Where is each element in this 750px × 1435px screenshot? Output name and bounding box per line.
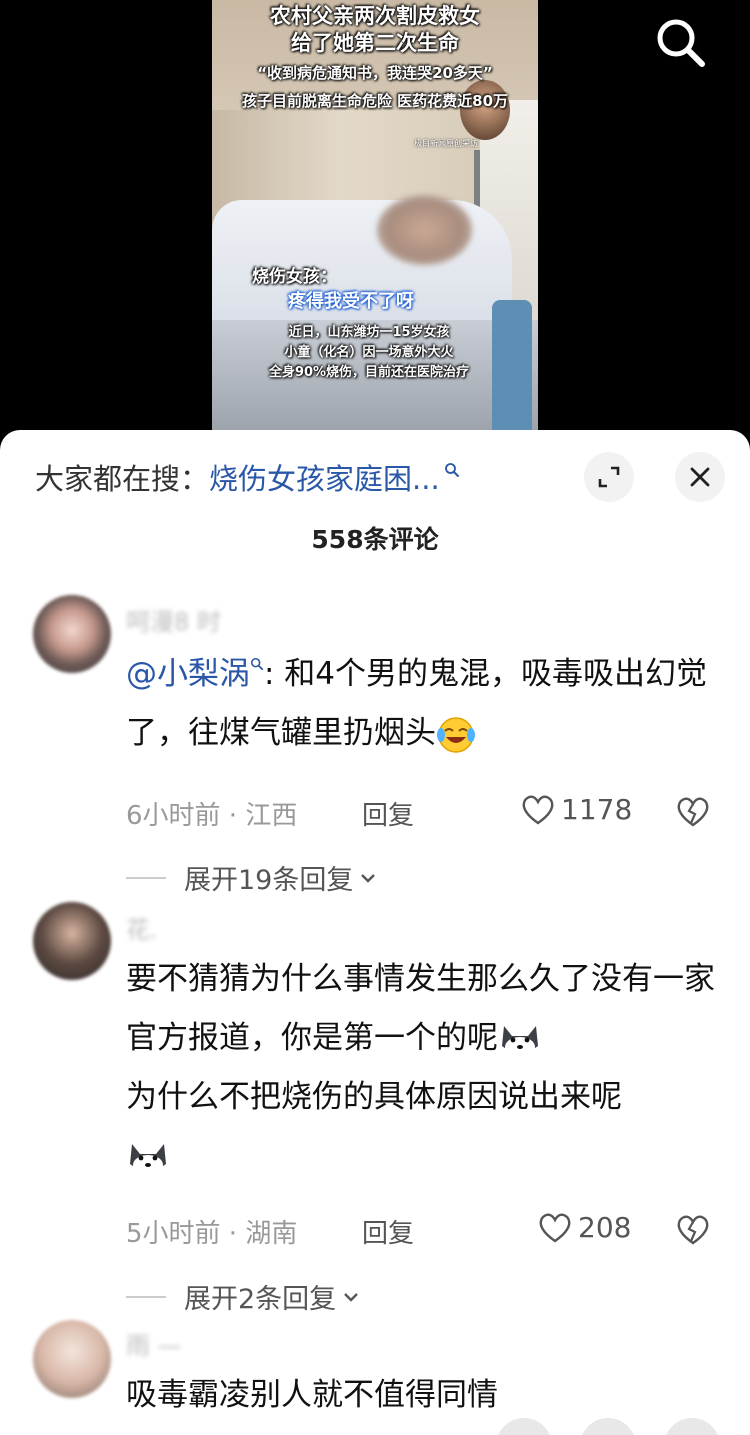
heart-icon (539, 1213, 571, 1242)
expand-sheet-button[interactable] (584, 452, 634, 502)
reply-button[interactable]: 回复 (362, 1213, 414, 1250)
doge-emoji (502, 1025, 538, 1057)
divider-dash (126, 876, 166, 879)
avatar[interactable] (33, 1320, 111, 1398)
video-caption-1: 近日，山东潍坊一15岁女孩 (288, 325, 450, 340)
expand-replies-button[interactable]: 展开19条回复 (126, 858, 379, 897)
doge-emoji (130, 1143, 166, 1175)
dislike-button[interactable] (676, 1214, 710, 1250)
comment-text: @小梨涡 : 和4个男的鬼混，吸毒吸出幻觉了，往煤气罐里扔烟头 (126, 645, 726, 763)
video-girl-quote: 疼得我受不了呀 (288, 291, 414, 312)
comment-sheet: 大家都在搜： 烧伤女孩家庭困... 558条评论 呵漫8 时 @小梨涡 : 和4… (0, 430, 750, 1435)
broken-heart-icon (677, 1215, 709, 1245)
avatar[interactable] (33, 902, 111, 980)
comment-meta: 5小时前 · 湖南 (126, 1219, 298, 1249)
small-search-icon (444, 463, 459, 477)
hot-search-term[interactable]: 烧伤女孩家庭困... (209, 456, 440, 498)
avatar[interactable] (33, 595, 111, 673)
like-button[interactable]: 1178 (521, 793, 632, 826)
comment-text: 吸毒霸凌别人就不值得同情 (126, 1377, 498, 1413)
expand-replies-label: 展开19条回复 (184, 865, 354, 896)
laugh-cry-emoji (437, 716, 475, 753)
comment-text: 要不猜猜为什么事情发生那么久了没有一家官方报道，你是第一个的呢 为什么不把烧伤的… (126, 950, 726, 1186)
comment-body: 要不猜猜为什么事情发生那么久了没有一家官方报道，你是第一个的呢 (126, 961, 715, 1056)
comment-meta: 6小时前 · 江西 (126, 801, 298, 831)
comment-body-line3: 为什么不把烧伤的具体原因说出来呢 (126, 1079, 622, 1115)
video-girl-label: 烧伤女孩： (252, 267, 337, 287)
divider-dash (126, 1295, 166, 1298)
reply-button[interactable]: 回复 (362, 795, 414, 832)
video-headline-2: 给了她第二次生命 (291, 31, 459, 55)
like-button[interactable]: 208 (538, 1211, 631, 1244)
hot-search-label: 大家都在搜： (35, 462, 210, 496)
video-scene-patient (377, 195, 472, 265)
video-caption-2: 小童（化名）因一场意外大火 (284, 345, 454, 360)
video-quote-line: “收到病危通知书，我连哭20多天” (257, 64, 493, 82)
like-count: 1178 (561, 793, 633, 826)
like-count: 208 (578, 1211, 632, 1244)
video-caption-3: 全身90%烧伤，目前还在医院治疗 (268, 365, 470, 380)
video-headline-1: 农村父亲两次割皮救女 (270, 4, 480, 28)
expand-icon (598, 466, 620, 488)
heart-icon (522, 795, 554, 824)
comment-mention[interactable]: @小梨涡 (126, 656, 250, 692)
hot-search-bar[interactable]: 大家都在搜： 烧伤女孩家庭困... (35, 452, 460, 502)
expand-replies-button[interactable]: 展开2条回复 (126, 1277, 362, 1316)
video-source-tag: 极目新闻原创采访 (414, 139, 478, 148)
video-frame[interactable]: 农村父亲两次割皮救女 给了她第二次生命 “收到病危通知书，我连哭20多天” 孩子… (212, 0, 538, 440)
chevron-down-icon (361, 873, 376, 883)
dislike-button[interactable] (676, 796, 710, 832)
video-player[interactable]: 农村父亲两次割皮救女 给了她第二次生命 “收到病危通知书，我连哭20多天” 孩子… (0, 0, 750, 440)
mention-search-icon (250, 657, 264, 671)
expand-replies-label: 展开2条回复 (184, 1284, 337, 1315)
comment-count: 558条评论 (311, 525, 439, 554)
comment-username[interactable]: 雨 — (126, 1326, 182, 1361)
close-sheet-button[interactable] (675, 452, 725, 502)
search-button[interactable] (652, 14, 708, 70)
comment-username[interactable]: 花. (126, 910, 158, 945)
search-icon (657, 19, 705, 67)
chevron-down-icon (344, 1292, 359, 1302)
video-status-line: 孩子目前脱离生命危险 医药花费近80万 (241, 92, 509, 110)
broken-heart-icon (677, 797, 709, 827)
comment-username[interactable]: 呵漫8 时 (126, 602, 221, 637)
close-icon (690, 467, 710, 487)
